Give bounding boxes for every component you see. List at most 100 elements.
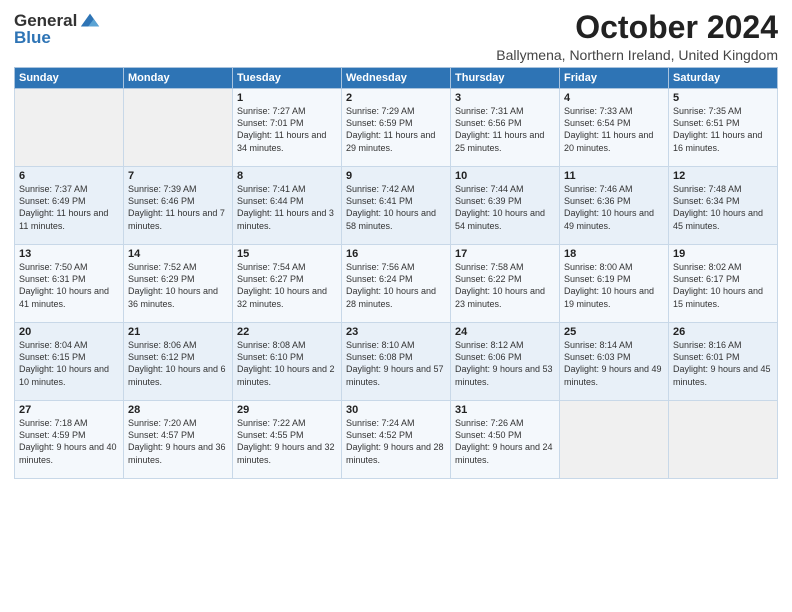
day-info: Sunrise: 8:02 AMSunset: 6:17 PMDaylight:… bbox=[673, 262, 763, 308]
day-number: 11 bbox=[564, 170, 664, 182]
day-info: Sunrise: 7:44 AMSunset: 6:39 PMDaylight:… bbox=[455, 184, 545, 230]
logo: General Blue bbox=[14, 10, 101, 48]
day-number: 20 bbox=[19, 326, 119, 338]
title-block: October 2024 Ballymena, Northern Ireland… bbox=[496, 10, 778, 63]
day-number: 28 bbox=[128, 404, 228, 416]
day-info: Sunrise: 8:16 AMSunset: 6:01 PMDaylight:… bbox=[673, 340, 771, 386]
day-number: 2 bbox=[346, 92, 446, 104]
col-wednesday: Wednesday bbox=[342, 68, 451, 89]
day-number: 21 bbox=[128, 326, 228, 338]
calendar-week-5: 27 Sunrise: 7:18 AMSunset: 4:59 PMDaylig… bbox=[15, 401, 778, 479]
day-info: Sunrise: 7:33 AMSunset: 6:54 PMDaylight:… bbox=[564, 106, 653, 152]
day-info: Sunrise: 7:22 AMSunset: 4:55 PMDaylight:… bbox=[237, 418, 335, 464]
calendar-cell: 12 Sunrise: 7:48 AMSunset: 6:34 PMDaylig… bbox=[669, 167, 778, 245]
calendar-cell: 14 Sunrise: 7:52 AMSunset: 6:29 PMDaylig… bbox=[124, 245, 233, 323]
day-number: 10 bbox=[455, 170, 555, 182]
header-row: Sunday Monday Tuesday Wednesday Thursday… bbox=[15, 68, 778, 89]
day-info: Sunrise: 7:58 AMSunset: 6:22 PMDaylight:… bbox=[455, 262, 545, 308]
page: General Blue October 2024 Ballymena, Nor… bbox=[0, 0, 792, 612]
day-number: 5 bbox=[673, 92, 773, 104]
calendar-cell: 29 Sunrise: 7:22 AMSunset: 4:55 PMDaylig… bbox=[233, 401, 342, 479]
calendar-week-3: 13 Sunrise: 7:50 AMSunset: 6:31 PMDaylig… bbox=[15, 245, 778, 323]
day-number: 6 bbox=[19, 170, 119, 182]
day-info: Sunrise: 7:31 AMSunset: 6:56 PMDaylight:… bbox=[455, 106, 544, 152]
calendar-cell: 15 Sunrise: 7:54 AMSunset: 6:27 PMDaylig… bbox=[233, 245, 342, 323]
calendar-cell: 16 Sunrise: 7:56 AMSunset: 6:24 PMDaylig… bbox=[342, 245, 451, 323]
day-info: Sunrise: 8:00 AMSunset: 6:19 PMDaylight:… bbox=[564, 262, 654, 308]
calendar-cell: 4 Sunrise: 7:33 AMSunset: 6:54 PMDayligh… bbox=[560, 89, 669, 167]
calendar-week-1: 1 Sunrise: 7:27 AMSunset: 7:01 PMDayligh… bbox=[15, 89, 778, 167]
calendar-cell bbox=[15, 89, 124, 167]
col-saturday: Saturday bbox=[669, 68, 778, 89]
day-number: 12 bbox=[673, 170, 773, 182]
day-info: Sunrise: 7:29 AMSunset: 6:59 PMDaylight:… bbox=[346, 106, 435, 152]
day-info: Sunrise: 7:18 AMSunset: 4:59 PMDaylight:… bbox=[19, 418, 117, 464]
day-number: 18 bbox=[564, 248, 664, 260]
calendar-cell: 24 Sunrise: 8:12 AMSunset: 6:06 PMDaylig… bbox=[451, 323, 560, 401]
day-info: Sunrise: 7:41 AMSunset: 6:44 PMDaylight:… bbox=[237, 184, 334, 230]
calendar-week-4: 20 Sunrise: 8:04 AMSunset: 6:15 PMDaylig… bbox=[15, 323, 778, 401]
calendar-cell: 31 Sunrise: 7:26 AMSunset: 4:50 PMDaylig… bbox=[451, 401, 560, 479]
col-thursday: Thursday bbox=[451, 68, 560, 89]
month-title: October 2024 bbox=[496, 10, 778, 45]
calendar-cell: 28 Sunrise: 7:20 AMSunset: 4:57 PMDaylig… bbox=[124, 401, 233, 479]
calendar-cell: 10 Sunrise: 7:44 AMSunset: 6:39 PMDaylig… bbox=[451, 167, 560, 245]
day-info: Sunrise: 8:08 AMSunset: 6:10 PMDaylight:… bbox=[237, 340, 335, 386]
calendar-cell: 30 Sunrise: 7:24 AMSunset: 4:52 PMDaylig… bbox=[342, 401, 451, 479]
calendar-cell: 2 Sunrise: 7:29 AMSunset: 6:59 PMDayligh… bbox=[342, 89, 451, 167]
calendar-table: Sunday Monday Tuesday Wednesday Thursday… bbox=[14, 67, 778, 479]
day-info: Sunrise: 7:50 AMSunset: 6:31 PMDaylight:… bbox=[19, 262, 109, 308]
day-number: 27 bbox=[19, 404, 119, 416]
col-tuesday: Tuesday bbox=[233, 68, 342, 89]
day-info: Sunrise: 8:12 AMSunset: 6:06 PMDaylight:… bbox=[455, 340, 553, 386]
day-number: 30 bbox=[346, 404, 446, 416]
day-info: Sunrise: 7:54 AMSunset: 6:27 PMDaylight:… bbox=[237, 262, 327, 308]
day-number: 22 bbox=[237, 326, 337, 338]
calendar-week-2: 6 Sunrise: 7:37 AMSunset: 6:49 PMDayligh… bbox=[15, 167, 778, 245]
calendar-cell: 13 Sunrise: 7:50 AMSunset: 6:31 PMDaylig… bbox=[15, 245, 124, 323]
calendar-cell: 11 Sunrise: 7:46 AMSunset: 6:36 PMDaylig… bbox=[560, 167, 669, 245]
logo-icon bbox=[79, 10, 101, 32]
day-number: 8 bbox=[237, 170, 337, 182]
calendar-cell: 23 Sunrise: 8:10 AMSunset: 6:08 PMDaylig… bbox=[342, 323, 451, 401]
day-number: 24 bbox=[455, 326, 555, 338]
day-info: Sunrise: 7:46 AMSunset: 6:36 PMDaylight:… bbox=[564, 184, 654, 230]
calendar-cell: 1 Sunrise: 7:27 AMSunset: 7:01 PMDayligh… bbox=[233, 89, 342, 167]
day-number: 25 bbox=[564, 326, 664, 338]
day-info: Sunrise: 7:48 AMSunset: 6:34 PMDaylight:… bbox=[673, 184, 763, 230]
day-info: Sunrise: 7:35 AMSunset: 6:51 PMDaylight:… bbox=[673, 106, 762, 152]
calendar-cell: 7 Sunrise: 7:39 AMSunset: 6:46 PMDayligh… bbox=[124, 167, 233, 245]
day-info: Sunrise: 7:39 AMSunset: 6:46 PMDaylight:… bbox=[128, 184, 225, 230]
subtitle: Ballymena, Northern Ireland, United King… bbox=[496, 47, 778, 63]
day-info: Sunrise: 7:37 AMSunset: 6:49 PMDaylight:… bbox=[19, 184, 108, 230]
calendar-cell: 27 Sunrise: 7:18 AMSunset: 4:59 PMDaylig… bbox=[15, 401, 124, 479]
day-info: Sunrise: 7:26 AMSunset: 4:50 PMDaylight:… bbox=[455, 418, 553, 464]
day-info: Sunrise: 8:14 AMSunset: 6:03 PMDaylight:… bbox=[564, 340, 662, 386]
col-friday: Friday bbox=[560, 68, 669, 89]
calendar-cell: 6 Sunrise: 7:37 AMSunset: 6:49 PMDayligh… bbox=[15, 167, 124, 245]
day-number: 16 bbox=[346, 248, 446, 260]
day-number: 26 bbox=[673, 326, 773, 338]
calendar-cell bbox=[124, 89, 233, 167]
calendar-cell: 18 Sunrise: 8:00 AMSunset: 6:19 PMDaylig… bbox=[560, 245, 669, 323]
day-number: 13 bbox=[19, 248, 119, 260]
calendar-cell: 19 Sunrise: 8:02 AMSunset: 6:17 PMDaylig… bbox=[669, 245, 778, 323]
calendar-cell: 26 Sunrise: 8:16 AMSunset: 6:01 PMDaylig… bbox=[669, 323, 778, 401]
calendar-cell: 3 Sunrise: 7:31 AMSunset: 6:56 PMDayligh… bbox=[451, 89, 560, 167]
calendar-cell: 5 Sunrise: 7:35 AMSunset: 6:51 PMDayligh… bbox=[669, 89, 778, 167]
day-info: Sunrise: 7:27 AMSunset: 7:01 PMDaylight:… bbox=[237, 106, 326, 152]
calendar-cell: 21 Sunrise: 8:06 AMSunset: 6:12 PMDaylig… bbox=[124, 323, 233, 401]
day-number: 9 bbox=[346, 170, 446, 182]
calendar-cell: 17 Sunrise: 7:58 AMSunset: 6:22 PMDaylig… bbox=[451, 245, 560, 323]
day-info: Sunrise: 7:52 AMSunset: 6:29 PMDaylight:… bbox=[128, 262, 218, 308]
day-number: 7 bbox=[128, 170, 228, 182]
calendar-cell: 20 Sunrise: 8:04 AMSunset: 6:15 PMDaylig… bbox=[15, 323, 124, 401]
day-number: 1 bbox=[237, 92, 337, 104]
day-number: 3 bbox=[455, 92, 555, 104]
day-number: 23 bbox=[346, 326, 446, 338]
calendar-cell bbox=[560, 401, 669, 479]
day-number: 15 bbox=[237, 248, 337, 260]
day-number: 29 bbox=[237, 404, 337, 416]
day-number: 17 bbox=[455, 248, 555, 260]
calendar-cell: 25 Sunrise: 8:14 AMSunset: 6:03 PMDaylig… bbox=[560, 323, 669, 401]
